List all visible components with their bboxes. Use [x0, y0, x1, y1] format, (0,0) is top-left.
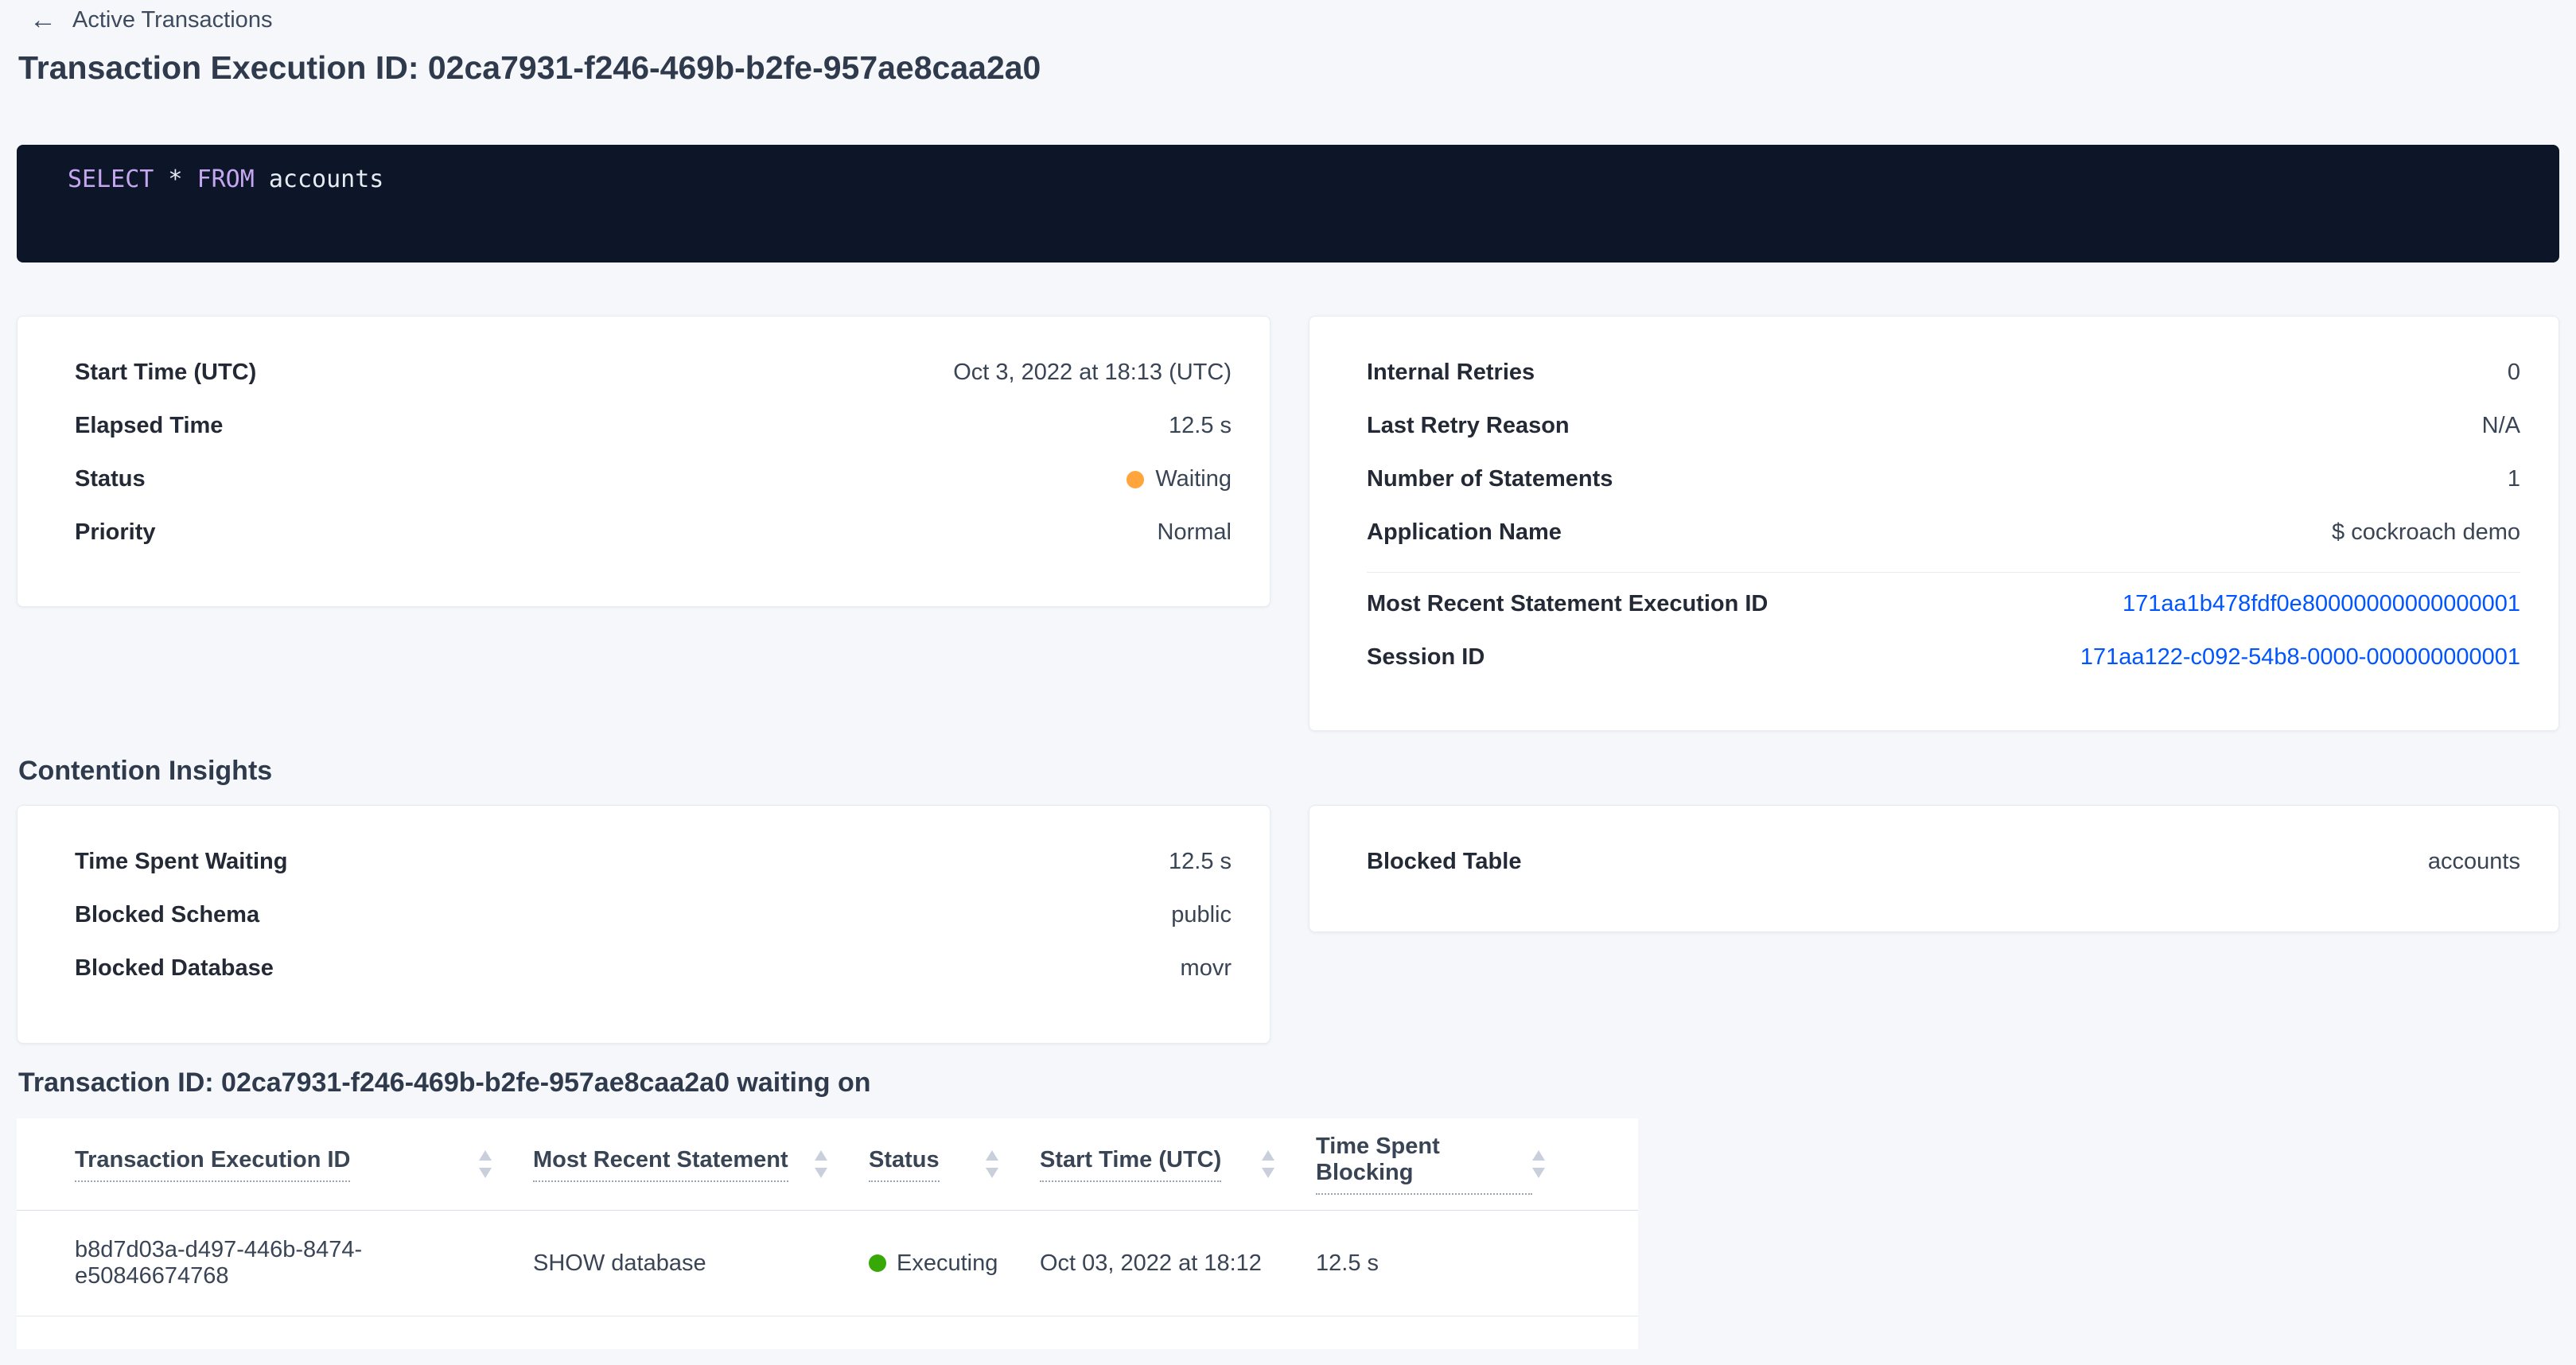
sort-down-icon [986, 1168, 998, 1178]
column-header-most-recent-statement[interactable]: Most Recent Statement [533, 1147, 869, 1182]
statement-execution-id-row: Most Recent Statement Execution ID 171aa… [1367, 578, 2520, 631]
sort-icon[interactable] [986, 1150, 998, 1178]
sort-down-icon [1262, 1168, 1274, 1178]
elapsed-time-value: 12.5 s [1169, 413, 1232, 439]
internal-retries-value: 0 [2508, 360, 2520, 386]
cell-most-recent-statement: SHOW database [533, 1250, 869, 1277]
column-header-start-time[interactable]: Start Time (UTC) [1040, 1147, 1316, 1182]
priority-label: Priority [75, 519, 156, 546]
table-row: b8d7d03a-d497-446b-8474-e50846674768 SHO… [17, 1211, 1638, 1316]
sql-table-name: accounts [255, 165, 384, 193]
column-header-label: Time Spent Blocking [1316, 1134, 1532, 1195]
table-header-row: Transaction Execution ID Most Recent Sta… [17, 1118, 1638, 1211]
sql-star: * [154, 165, 197, 193]
priority-row: Priority Normal [75, 506, 1232, 559]
last-retry-reason-label: Last Retry Reason [1367, 413, 1570, 439]
sort-icon[interactable] [1262, 1150, 1274, 1178]
sort-up-icon [1532, 1150, 1545, 1161]
start-time-value: Oct 3, 2022 at 18:13 (UTC) [953, 360, 1232, 386]
status-row: Status Waiting [75, 453, 1232, 506]
sort-up-icon [1262, 1150, 1274, 1161]
blocked-table-label: Blocked Table [1367, 849, 1521, 875]
blocked-schema-value: public [1171, 902, 1232, 928]
status-label: Status [75, 466, 146, 492]
details-card: Internal Retries 0 Last Retry Reason N/A… [1309, 316, 2559, 731]
column-header-time-spent-blocking[interactable]: Time Spent Blocking [1316, 1134, 1586, 1195]
blocked-table-row: Blocked Table accounts [1367, 835, 2520, 889]
statement-execution-id-link[interactable]: 171aa1b478fdf0e80000000000000001 [2123, 591, 2520, 617]
number-of-statements-row: Number of Statements 1 [1367, 453, 2520, 506]
transaction-details-page: ← Active Transactions Transaction Execut… [0, 0, 2576, 1365]
last-retry-reason-value: N/A [2482, 413, 2520, 439]
elapsed-time-row: Elapsed Time 12.5 s [75, 399, 1232, 453]
sort-down-icon [815, 1168, 827, 1178]
sql-statement-box: SELECT * FROM accounts [17, 145, 2559, 262]
waiting-status-dot-icon [1127, 471, 1144, 488]
cell-start-time: Oct 03, 2022 at 18:12 [1040, 1250, 1316, 1277]
blocked-database-label: Blocked Database [75, 955, 274, 982]
cell-status: Executing [869, 1250, 1040, 1277]
column-header-status[interactable]: Status [869, 1147, 1040, 1182]
session-id-row: Session ID 171aa122-c092-54b8-0000-00000… [1367, 631, 2520, 684]
cell-time-spent-blocking: 12.5 s [1316, 1250, 1586, 1277]
application-name-row: Application Name $ cockroach demo [1367, 506, 2520, 559]
back-arrow-icon: ← [29, 6, 56, 33]
start-time-label: Start Time (UTC) [75, 360, 256, 386]
waiting-on-heading: Transaction ID: 02ca7931-f246-469b-b2fe-… [18, 1068, 871, 1099]
contention-right-card: Blocked Table accounts [1309, 805, 2559, 932]
back-link-label: Active Transactions [72, 7, 272, 33]
priority-value: Normal [1158, 519, 1232, 546]
sort-up-icon [479, 1150, 492, 1161]
column-header-label: Start Time (UTC) [1040, 1147, 1221, 1182]
time-spent-waiting-label: Time Spent Waiting [75, 849, 287, 875]
sort-up-icon [815, 1150, 827, 1161]
number-of-statements-label: Number of Statements [1367, 466, 1613, 492]
application-name-value: $ cockroach demo [2332, 519, 2520, 546]
last-retry-reason-row: Last Retry Reason N/A [1367, 399, 2520, 453]
time-spent-waiting-row: Time Spent Waiting 12.5 s [75, 835, 1232, 889]
status-badge: Executing [897, 1250, 998, 1277]
statement-execution-id-label: Most Recent Statement Execution ID [1367, 591, 1768, 617]
sql-keyword-select: SELECT [68, 165, 154, 193]
elapsed-time-label: Elapsed Time [75, 413, 223, 439]
blocked-table-value: accounts [2428, 849, 2520, 875]
sort-down-icon [1532, 1168, 1545, 1178]
application-name-label: Application Name [1367, 519, 1562, 546]
sort-icon[interactable] [1532, 1150, 1545, 1178]
blocked-schema-label: Blocked Schema [75, 902, 259, 928]
sort-icon[interactable] [815, 1150, 827, 1178]
sql-keyword-from: FROM [197, 165, 255, 193]
internal-retries-label: Internal Retries [1367, 360, 1535, 386]
back-link[interactable]: ← Active Transactions [29, 6, 272, 33]
column-header-label: Status [869, 1147, 940, 1182]
blocked-schema-row: Blocked Schema public [75, 889, 1232, 942]
contention-left-card: Time Spent Waiting 12.5 s Blocked Schema… [17, 805, 1270, 1044]
overview-card: Start Time (UTC) Oct 3, 2022 at 18:13 (U… [17, 316, 1270, 607]
session-id-label: Session ID [1367, 644, 1485, 671]
status-badge: Waiting [1155, 466, 1232, 492]
column-header-label: Most Recent Statement [533, 1147, 788, 1182]
waiting-on-table: Transaction Execution ID Most Recent Sta… [17, 1118, 1638, 1349]
sql-statement: SELECT * FROM accounts [68, 165, 383, 193]
sort-icon[interactable] [479, 1150, 492, 1178]
cell-transaction-execution-id: b8d7d03a-d497-446b-8474-e50846674768 [75, 1237, 533, 1289]
column-header-label: Transaction Execution ID [75, 1147, 350, 1182]
sort-up-icon [986, 1150, 998, 1161]
blocked-database-row: Blocked Database movr [75, 942, 1232, 995]
blocked-database-value: movr [1181, 955, 1232, 982]
time-spent-waiting-value: 12.5 s [1169, 849, 1232, 875]
internal-retries-row: Internal Retries 0 [1367, 346, 2520, 399]
page-title: Transaction Execution ID: 02ca7931-f246-… [18, 49, 1041, 87]
sort-down-icon [479, 1168, 492, 1178]
contention-insights-heading: Contention Insights [18, 756, 272, 787]
status-value: Waiting [1127, 466, 1232, 492]
card-divider [1367, 572, 2520, 573]
session-id-link[interactable]: 171aa122-c092-54b8-0000-000000000001 [2080, 644, 2520, 671]
executing-status-dot-icon [869, 1254, 886, 1272]
column-header-transaction-execution-id[interactable]: Transaction Execution ID [75, 1147, 533, 1182]
start-time-row: Start Time (UTC) Oct 3, 2022 at 18:13 (U… [75, 346, 1232, 399]
number-of-statements-value: 1 [2508, 466, 2520, 492]
